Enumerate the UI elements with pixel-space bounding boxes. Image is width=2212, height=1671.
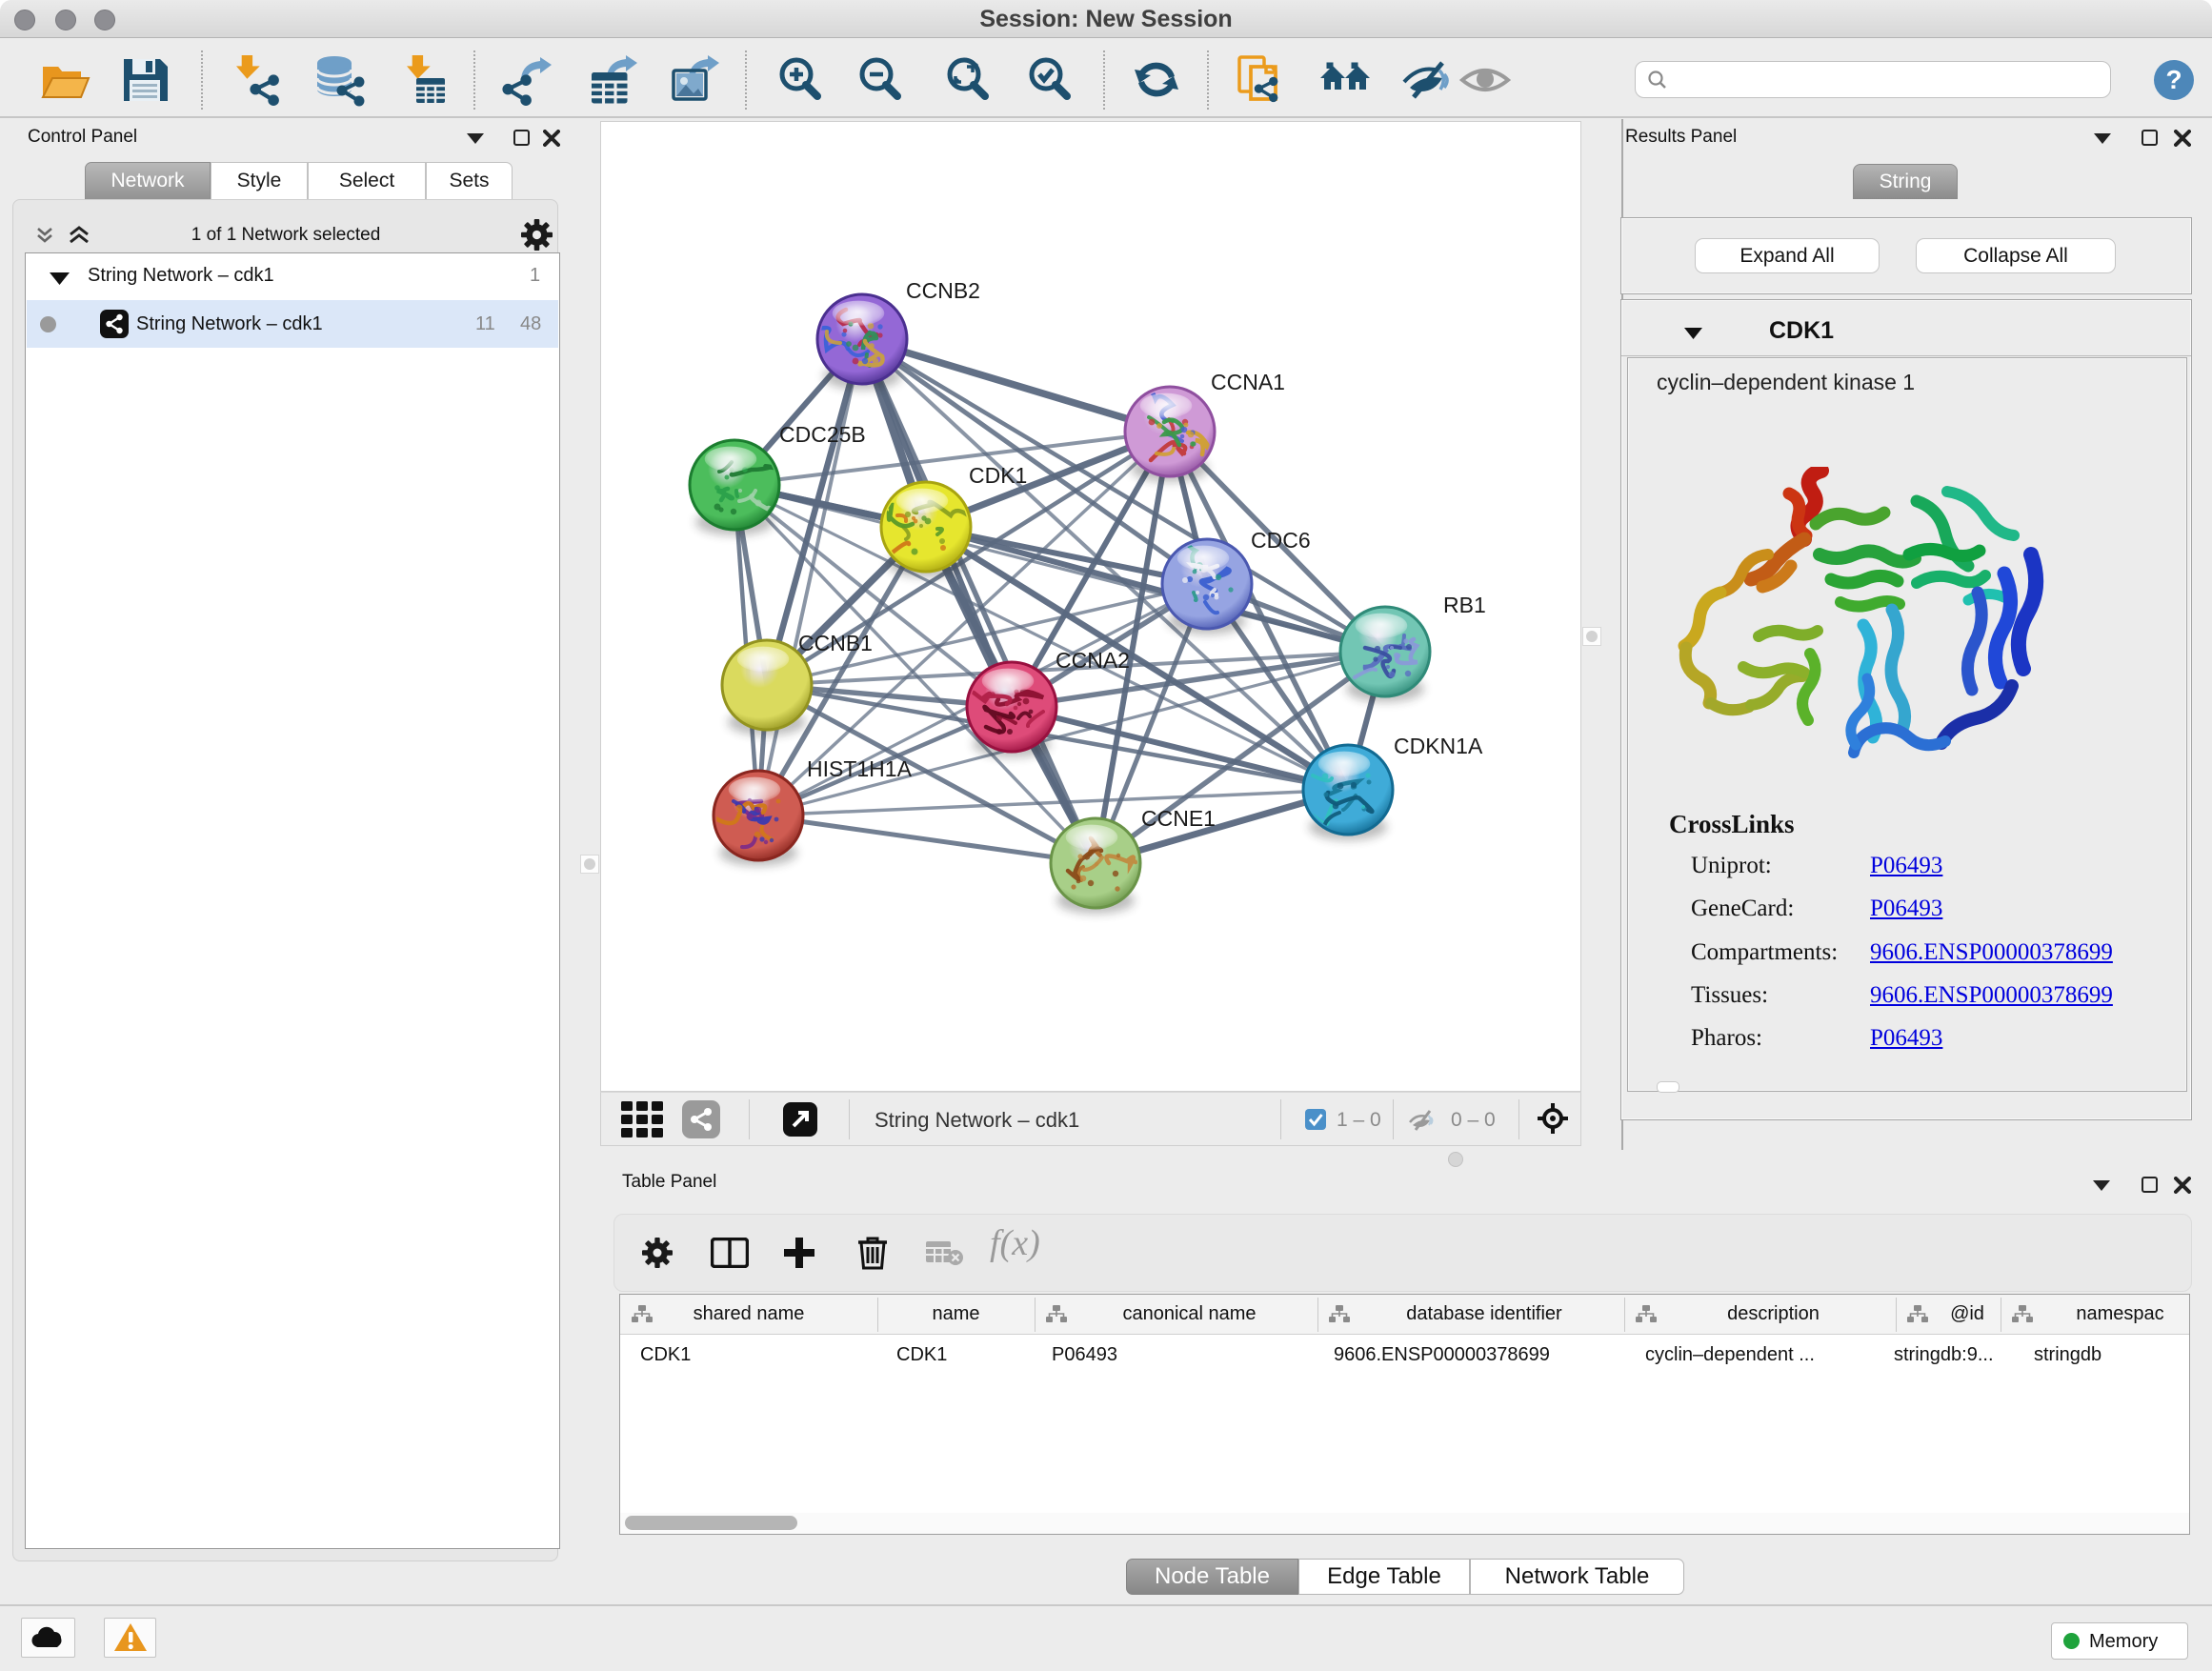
svg-text:?: ? [2165, 65, 2182, 94]
svg-text:CCNA1: CCNA1 [1211, 370, 1285, 394]
svg-text:CCNB1: CCNB1 [798, 631, 873, 655]
svg-text:CDKN1A: CDKN1A [1394, 734, 1483, 758]
svg-text:CCNA2: CCNA2 [1056, 648, 1130, 673]
svg-text:CDK1: CDK1 [969, 463, 1027, 488]
svg-text:CCNE1: CCNE1 [1141, 806, 1216, 831]
svg-text:HIST1H1A: HIST1H1A [807, 756, 913, 781]
svg-text:CDC6: CDC6 [1251, 528, 1311, 553]
svg-text:CCNB2: CCNB2 [906, 278, 980, 303]
svg-text:CDC25B: CDC25B [779, 422, 866, 447]
svg-text:RB1: RB1 [1443, 593, 1486, 617]
